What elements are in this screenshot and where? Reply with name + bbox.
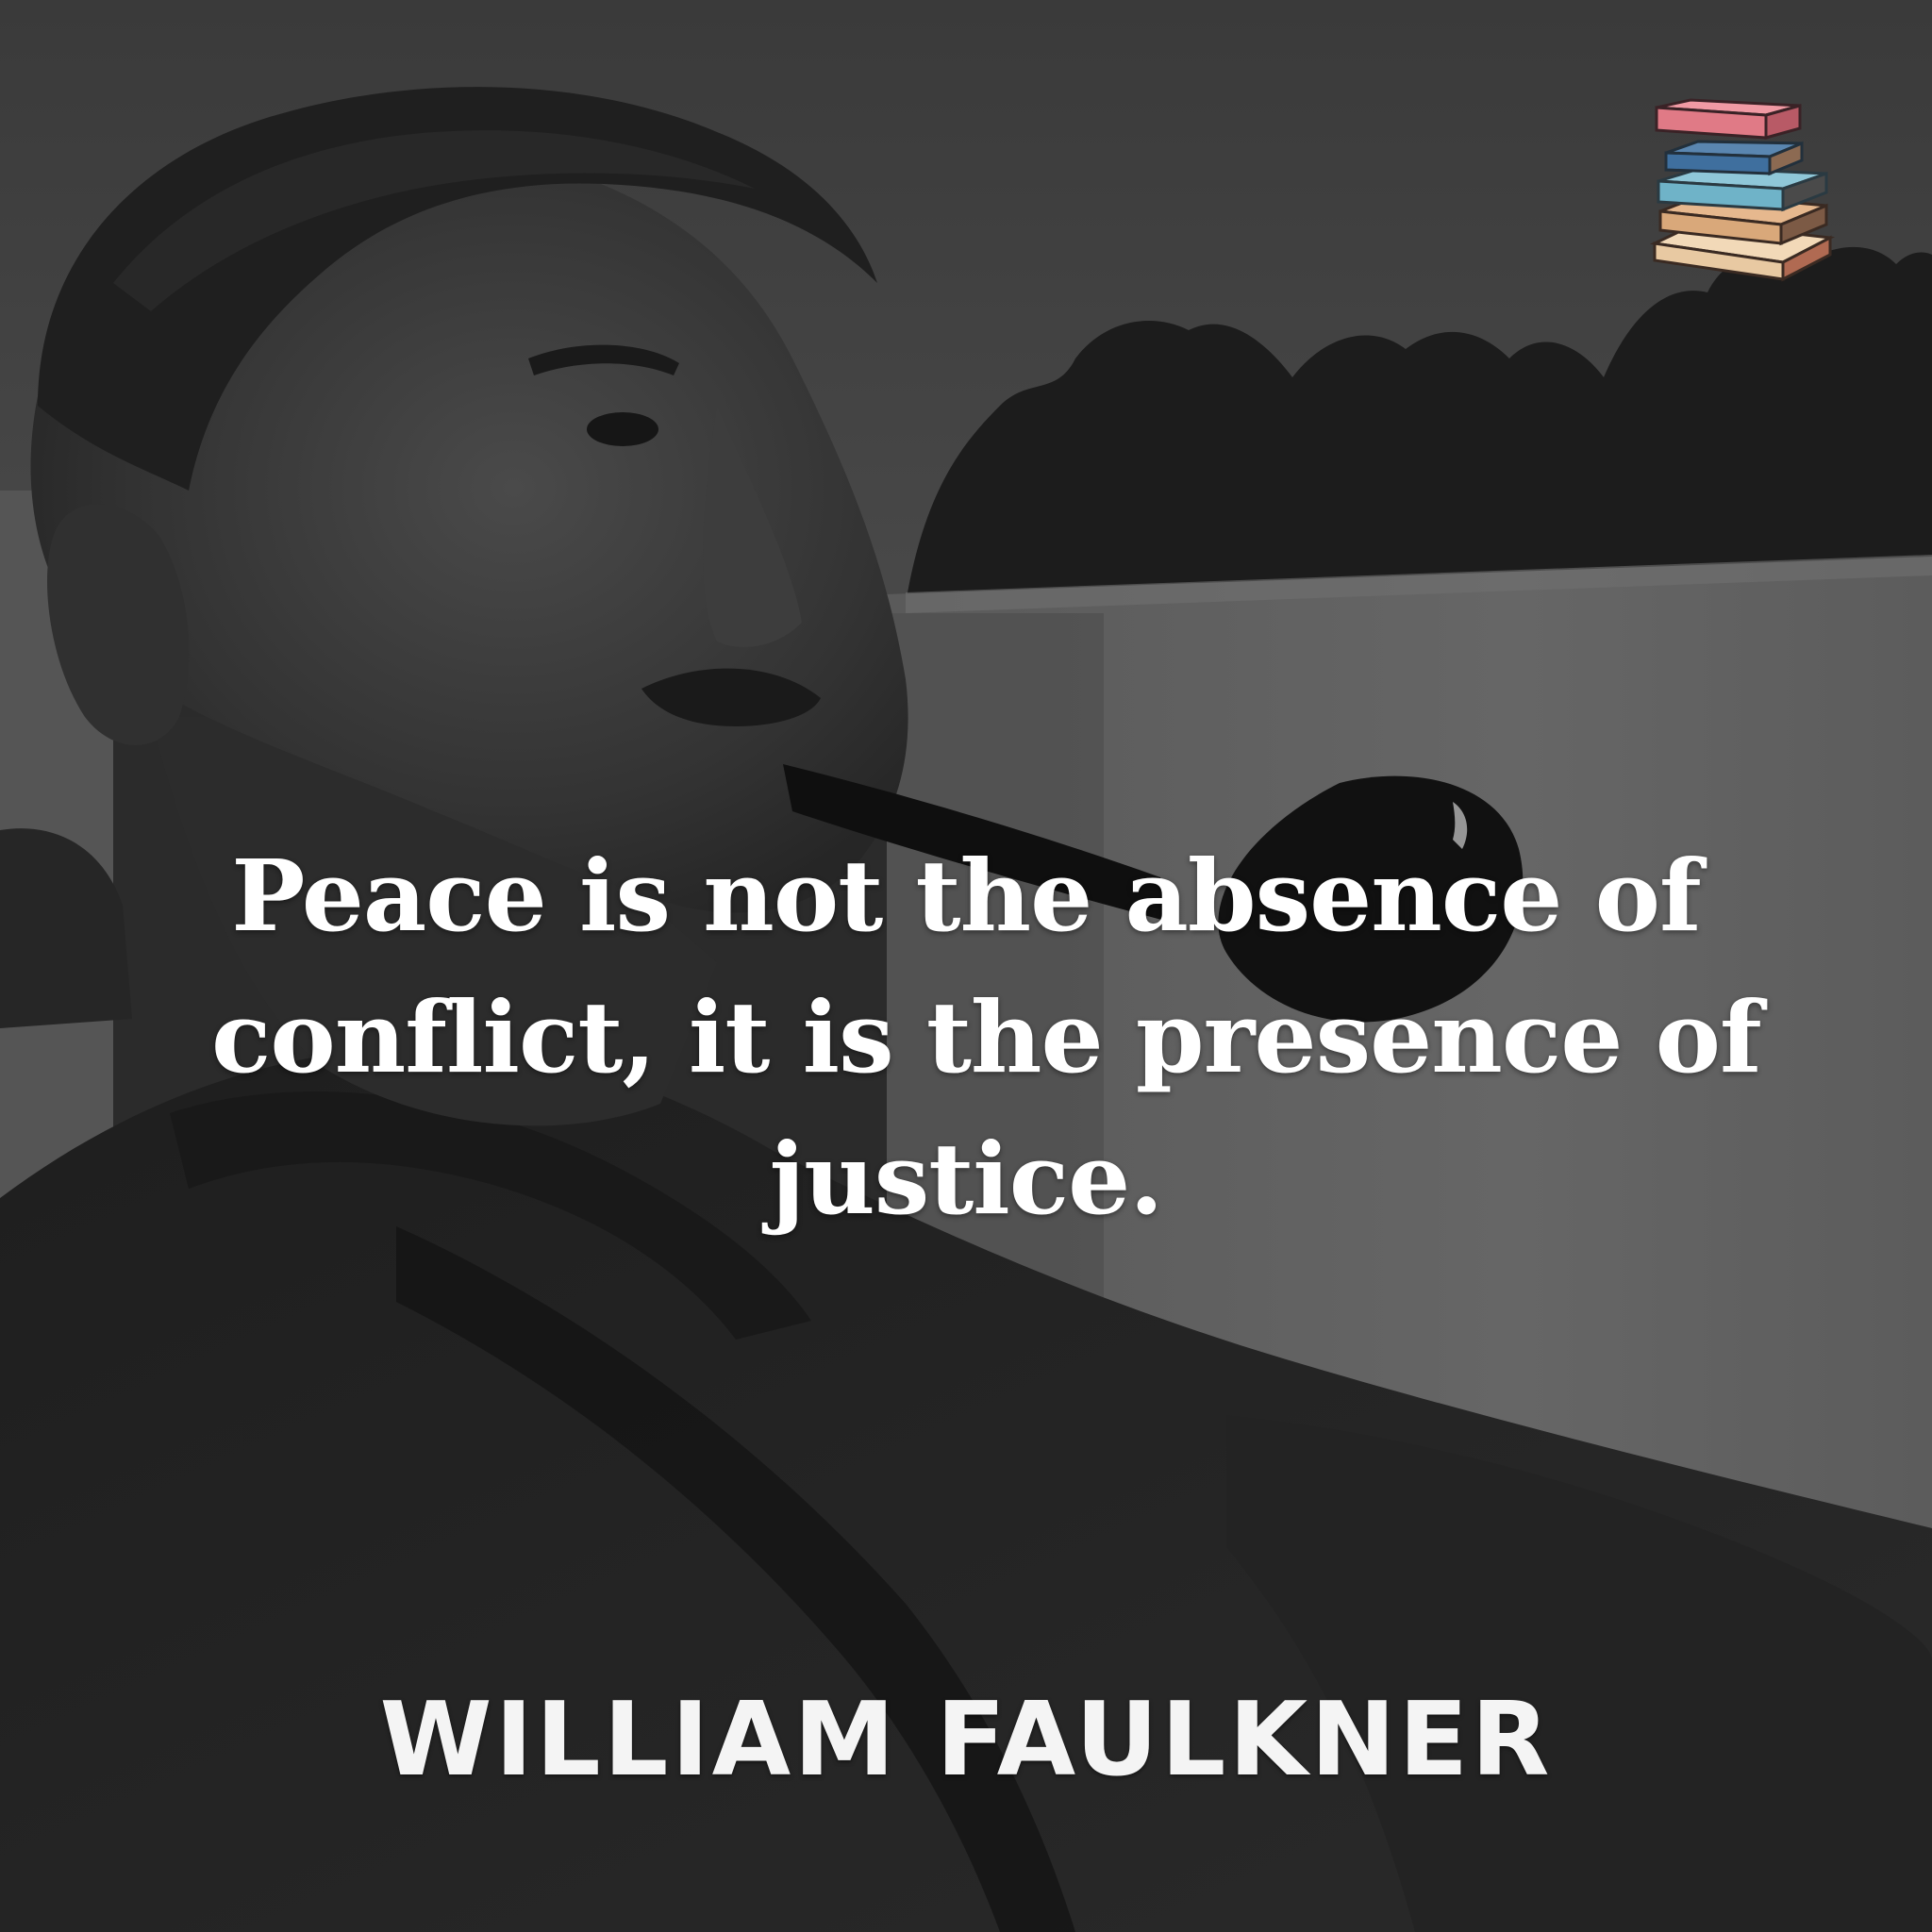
- quote-line: justice.: [769, 1121, 1163, 1237]
- quote-line: conflict, it is the presence of: [211, 979, 1762, 1095]
- quote-text: Peace is not the absence of conflict, it…: [211, 825, 1762, 1250]
- book-stack-icon: [1649, 98, 1836, 282]
- eye: [587, 412, 658, 446]
- quote-card: Peace is not the absence of conflict, it…: [0, 0, 1932, 1932]
- author-name: WILLIAM FAULKNER: [379, 1681, 1553, 1799]
- quote-line: Peace is not the absence of: [231, 838, 1701, 954]
